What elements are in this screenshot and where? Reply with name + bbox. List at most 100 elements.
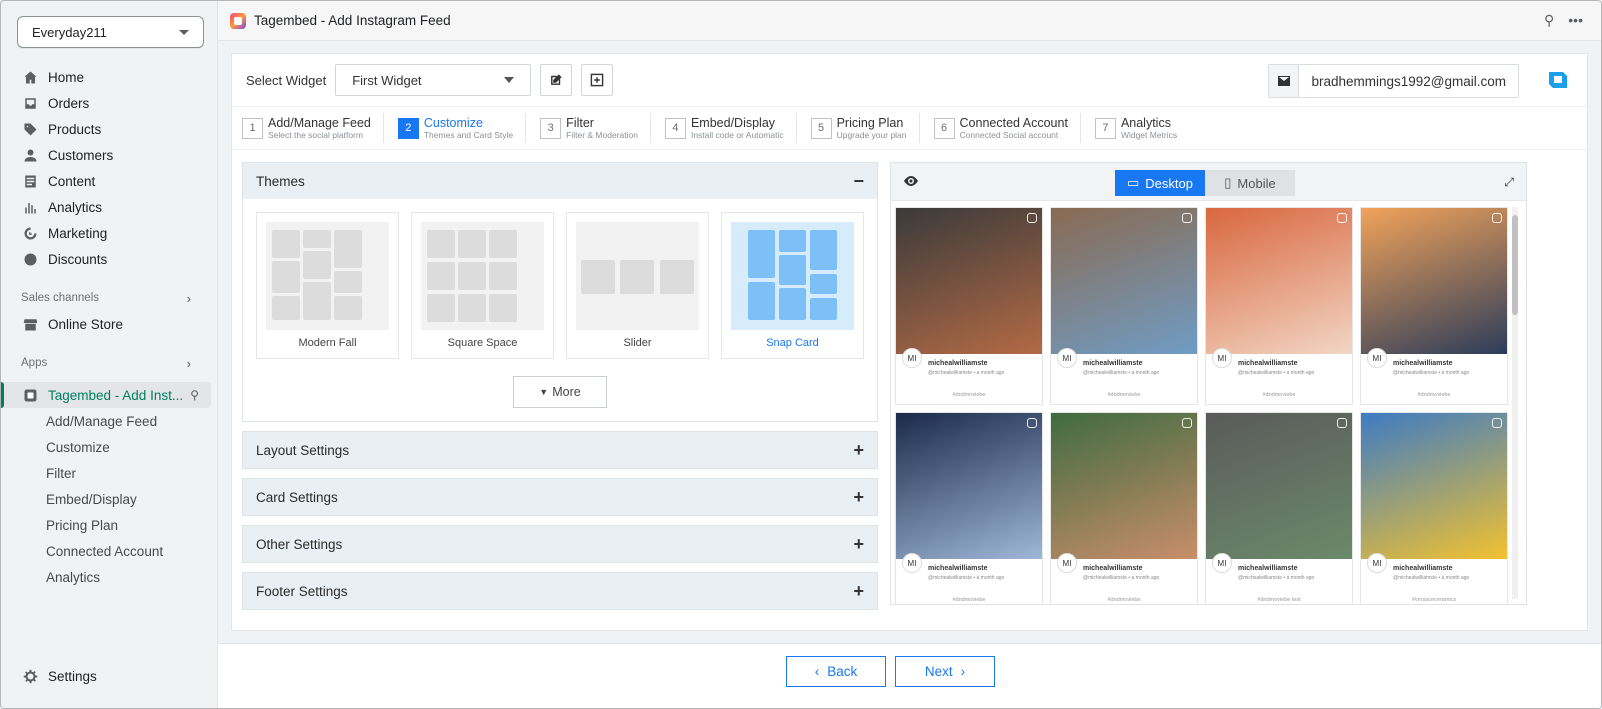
step-add-manage-feed[interactable]: 1 Add/Manage Feed Select the social platfo… [242, 113, 384, 143]
more-options-icon[interactable]: ••• [1568, 12, 1583, 29]
edit-widget-button[interactable] [540, 64, 573, 96]
theme-snap-card[interactable]: Snap Card [721, 212, 864, 359]
feed-timestamp: @michealwilliamste • a month ago [1238, 370, 1315, 376]
feed-card[interactable]: MI michealwilliamste @michealwilliamste • … [1360, 412, 1508, 604]
store-selector[interactable]: Everyday211 [17, 16, 204, 48]
step-embed-display[interactable]: 4 Embed/Display Install code or Automatic [653, 113, 797, 143]
other-settings-section: Other Settings + [242, 525, 878, 563]
more-themes-button[interactable]: ▼ More [513, 376, 607, 408]
preview-scrollbar[interactable] [1512, 207, 1518, 599]
nav-sub-embed-display[interactable]: Embed/Display [1, 486, 217, 512]
nav-sub-filter[interactable]: Filter [1, 460, 217, 486]
step-number: 2 [397, 117, 419, 139]
nav-label: Products [48, 121, 102, 137]
nav-sub-add-manage-feed[interactable]: Add/Manage Feed [1, 408, 217, 434]
nav-orders[interactable]: Orders [1, 90, 217, 116]
step-customize[interactable]: 2 Customize Themes and Card Style [386, 113, 527, 143]
avatar: MI [1212, 348, 1232, 368]
footer-settings-header[interactable]: Footer Settings + [243, 573, 877, 609]
theme-slider[interactable]: Slider [566, 212, 709, 359]
nav-label: Orders [48, 95, 90, 111]
edit-icon [551, 74, 562, 85]
add-widget-button[interactable] [581, 64, 614, 96]
feed-post-image [896, 413, 1042, 559]
feed-card[interactable]: MI michealwilliamste @michealwilliamste • … [1050, 207, 1198, 405]
main-panel: Select Widget First Widget bradhemmings1… [231, 53, 1588, 631]
step-subtitle: Widget Metrics [1120, 129, 1178, 140]
pin-icon[interactable]: ⚲ [190, 388, 199, 402]
desktop-view-button[interactable]: ▭ Desktop [1115, 170, 1205, 196]
apps-header[interactable]: Apps › [1, 350, 217, 376]
section-label: Sales channels [21, 292, 99, 304]
nav-online-store[interactable]: Online Store [1, 311, 217, 337]
section-title: Card Settings [256, 489, 338, 505]
instagram-icon [1027, 213, 1037, 223]
nav-marketing[interactable]: Marketing [1, 220, 217, 246]
feed-username: michealwilliamste [1393, 565, 1453, 572]
feed-card[interactable]: MI michealwilliamste @michealwilliamste • … [895, 412, 1043, 604]
main-nav: Home Orders Products Customers Content A… [1, 64, 217, 590]
feed-card[interactable]: MI michealwilliamste @michealwilliamste • … [1360, 207, 1508, 405]
device-label: Desktop [1145, 175, 1193, 191]
customize-settings: Themes − Modern Fall Square Space Slider… [242, 162, 878, 619]
step-subtitle: Upgrade your plan [836, 129, 907, 140]
other-settings-header[interactable]: Other Settings + [243, 526, 877, 562]
feed-card[interactable]: MI michealwilliamste @michealwilliamste • … [1050, 412, 1198, 604]
feed-username: michealwilliamste [1238, 565, 1298, 572]
nav-app-tagembed[interactable]: Tagembed - Add Inst... ⚲ [1, 382, 211, 408]
nav-content[interactable]: Content [1, 168, 217, 194]
card-settings-header[interactable]: Card Settings + [243, 479, 877, 515]
feed-hashtag: #dndmoviebe [952, 597, 986, 603]
nav-sub-analytics[interactable]: Analytics [1, 564, 217, 590]
next-button[interactable]: Next › [895, 656, 995, 687]
nav-home[interactable]: Home [1, 64, 217, 90]
nav-products[interactable]: Products [1, 116, 217, 142]
nav-sub-customize[interactable]: Customize [1, 434, 217, 460]
instagram-icon [1027, 418, 1037, 428]
pin-icon[interactable]: ⚲ [1544, 12, 1554, 29]
nav-sub-pricing-plan[interactable]: Pricing Plan [1, 512, 217, 538]
feed-card[interactable]: MI michealwilliamste @michealwilliamste • … [895, 207, 1043, 405]
feed-hashtag: #dndmoviebe [1107, 392, 1141, 398]
theme-name: Slider [623, 337, 652, 349]
step-title: Filter [566, 115, 594, 130]
step-title: Embed/Display [690, 115, 776, 130]
nav-settings[interactable]: Settings [23, 669, 97, 684]
step-connected-account[interactable]: 6 Connected Account Connected Social accou… [922, 113, 1081, 143]
feed-timestamp: @michealwilliamste • a month ago [1238, 575, 1315, 581]
feed-card[interactable]: MI michealwilliamste @michealwilliamste • … [1205, 207, 1353, 405]
step-analytics[interactable]: 7 Analytics Widget Metrics [1083, 113, 1189, 143]
mobile-view-button[interactable]: ▯ Mobile [1205, 170, 1295, 196]
theme-modern-fall[interactable]: Modern Fall [256, 212, 399, 359]
scrollbar-thumb[interactable] [1512, 215, 1518, 315]
eye-icon[interactable] [904, 174, 918, 189]
sales-channels-header[interactable]: Sales channels › [1, 285, 217, 311]
layout-settings-header[interactable]: Layout Settings + [243, 432, 877, 468]
theme-square-space[interactable]: Square Space [411, 212, 554, 359]
device-toggle: ▭ Desktop ▯ Mobile [1115, 170, 1295, 196]
select-widget-label: Select Widget [246, 72, 327, 88]
widget-select[interactable]: First Widget [335, 64, 532, 96]
nav-customers[interactable]: Customers [1, 142, 217, 168]
feed-post-image [1361, 413, 1507, 559]
step-filter[interactable]: 3 Filter Filter & Moderation [528, 113, 651, 143]
back-button[interactable]: ‹ Back [786, 656, 886, 687]
nav-sub-connected-account[interactable]: Connected Account [1, 538, 217, 564]
avatar: MI [1212, 553, 1232, 573]
themes-header[interactable]: Themes − [243, 163, 877, 199]
nav-discounts[interactable]: Discounts [1, 246, 217, 272]
feed-post-image [896, 208, 1042, 354]
wizard-steps: 1 Add/Manage Feed Select the social platfo… [232, 106, 1587, 150]
preview-toolbar: ▭ Desktop ▯ Mobile ⤢ [891, 163, 1526, 201]
nav-label: Marketing [48, 225, 108, 241]
next-label: Next [924, 664, 953, 679]
expand-icon: + [853, 580, 864, 601]
feed-post-image [1206, 208, 1352, 354]
step-pricing-plan[interactable]: 5 Pricing Plan Upgrade your plan [799, 113, 920, 143]
feed-card[interactable]: MI michealwilliamste @michealwilliamste • … [1205, 412, 1353, 604]
nav-analytics[interactable]: Analytics [1, 194, 217, 220]
widget-toolbar: Select Widget First Widget bradhemmings1… [246, 64, 1587, 98]
app-frame: Everyday211 Home Orders Products Custome… [0, 0, 1602, 709]
wizard-footer: ‹ Back Next › [218, 643, 1601, 708]
fullscreen-icon[interactable]: ⤢ [1504, 175, 1514, 190]
